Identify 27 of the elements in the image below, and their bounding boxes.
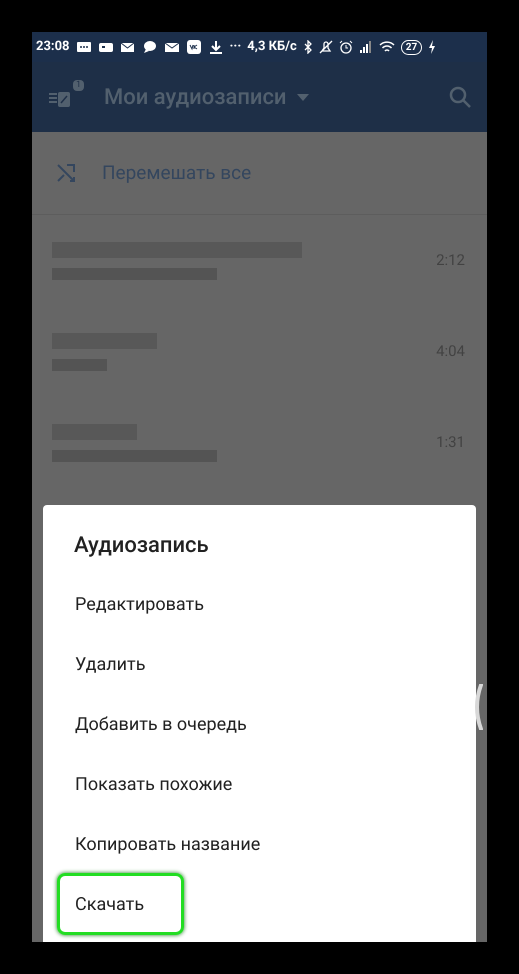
shuffle-icon[interactable] (56, 163, 76, 183)
search-icon[interactable] (449, 86, 471, 108)
menu-item[interactable]: Копировать название (57, 813, 278, 875)
message-icon (76, 40, 92, 54)
envelope-icon (164, 40, 180, 54)
dialog-title: Аудиозапись (73, 532, 210, 560)
menu-item[interactable]: Редактировать (57, 573, 222, 635)
more-notifications: ··· (230, 38, 242, 56)
alarm-icon (338, 40, 353, 54)
menu-item[interactable]: Добавить в очередь (57, 693, 265, 755)
download-icon (208, 40, 224, 54)
menu-item[interactable]: Показать похожие (57, 753, 250, 815)
charging-icon (428, 40, 436, 54)
vk-icon (186, 40, 202, 54)
menu-item[interactable]: Скачать (57, 873, 184, 935)
bluetooth-icon (302, 40, 313, 54)
chat-bubble-icon (142, 40, 158, 54)
signal-icon (358, 40, 373, 54)
menu-item[interactable]: Удалить (57, 633, 164, 695)
status-time: 23:08 (36, 38, 70, 56)
edge-handle-icon[interactable] (472, 684, 483, 730)
battery-level: 27 (400, 40, 422, 54)
wifi-icon (378, 40, 395, 54)
dropdown-caret-icon[interactable] (296, 94, 309, 100)
mail-icon (120, 40, 136, 54)
network-speed: 4,3 КБ/с (247, 38, 297, 56)
bell-off-icon (318, 40, 333, 54)
